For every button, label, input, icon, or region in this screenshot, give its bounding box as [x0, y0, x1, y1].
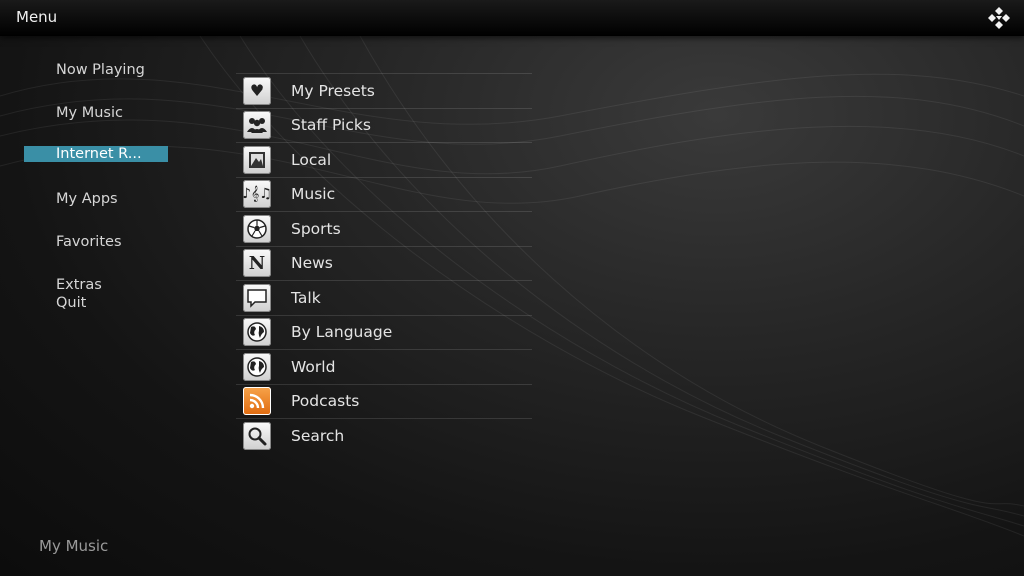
list-item-label: News — [291, 254, 333, 273]
list-item[interactable]: Sports — [236, 211, 532, 246]
list-item[interactable]: Talk — [236, 280, 532, 315]
heart-icon: ♥ — [243, 76, 271, 105]
category-list: ♥ My Presets Staff Picks Local ♪𝄞♫ Music… — [236, 73, 532, 453]
list-item[interactable]: ♪𝄞♫ Music — [236, 176, 532, 212]
people-icon — [243, 111, 271, 140]
left-item-my-music[interactable]: My Music — [24, 104, 168, 122]
globe-icon — [243, 318, 271, 347]
left-item-favorites[interactable]: Favorites — [24, 233, 168, 251]
list-item-label: Podcasts — [291, 392, 360, 411]
list-item-label: World — [291, 357, 336, 376]
local-icon — [243, 145, 271, 174]
kodi-logo-icon[interactable] — [986, 6, 1012, 32]
list-item-label: Staff Picks — [291, 116, 371, 135]
soccer-ball-icon — [243, 214, 271, 243]
top-bar: Menu — [0, 0, 1024, 36]
rss-icon — [243, 387, 271, 416]
newspaper-icon: N — [243, 249, 271, 278]
menu-title: Menu — [16, 8, 58, 26]
left-item-now-playing[interactable]: Now Playing — [24, 61, 168, 79]
list-item[interactable]: World — [236, 349, 532, 384]
list-item-label: Talk — [291, 288, 321, 307]
list-item[interactable]: Staff Picks — [236, 107, 532, 143]
list-item-label: By Language — [291, 323, 393, 342]
speech-bubble-icon — [243, 283, 271, 312]
list-item[interactable]: Local — [236, 142, 532, 177]
list-item[interactable]: Podcasts — [236, 383, 532, 419]
music-notes-icon: ♪𝄞♫ — [242, 180, 272, 209]
list-item-label: Local — [291, 150, 332, 169]
left-item-internet-radio[interactable]: Internet R... — [24, 146, 168, 162]
list-item-label: Sports — [291, 219, 341, 238]
left-item-my-apps[interactable]: My Apps — [24, 190, 168, 208]
list-item[interactable]: By Language — [236, 314, 532, 350]
search-icon — [243, 421, 271, 450]
footer-label: My Music — [39, 537, 109, 555]
list-item-label: My Presets — [291, 81, 375, 100]
left-item-extras[interactable]: Extras — [24, 276, 168, 294]
left-item-quit[interactable]: Quit — [24, 294, 168, 312]
list-item-label: Music — [291, 185, 336, 204]
list-item-label: Search — [291, 426, 345, 445]
list-item[interactable]: N News — [236, 245, 532, 281]
globe-icon — [243, 352, 271, 381]
list-item[interactable]: Search — [236, 418, 532, 453]
list-item[interactable]: ♥ My Presets — [236, 73, 532, 108]
